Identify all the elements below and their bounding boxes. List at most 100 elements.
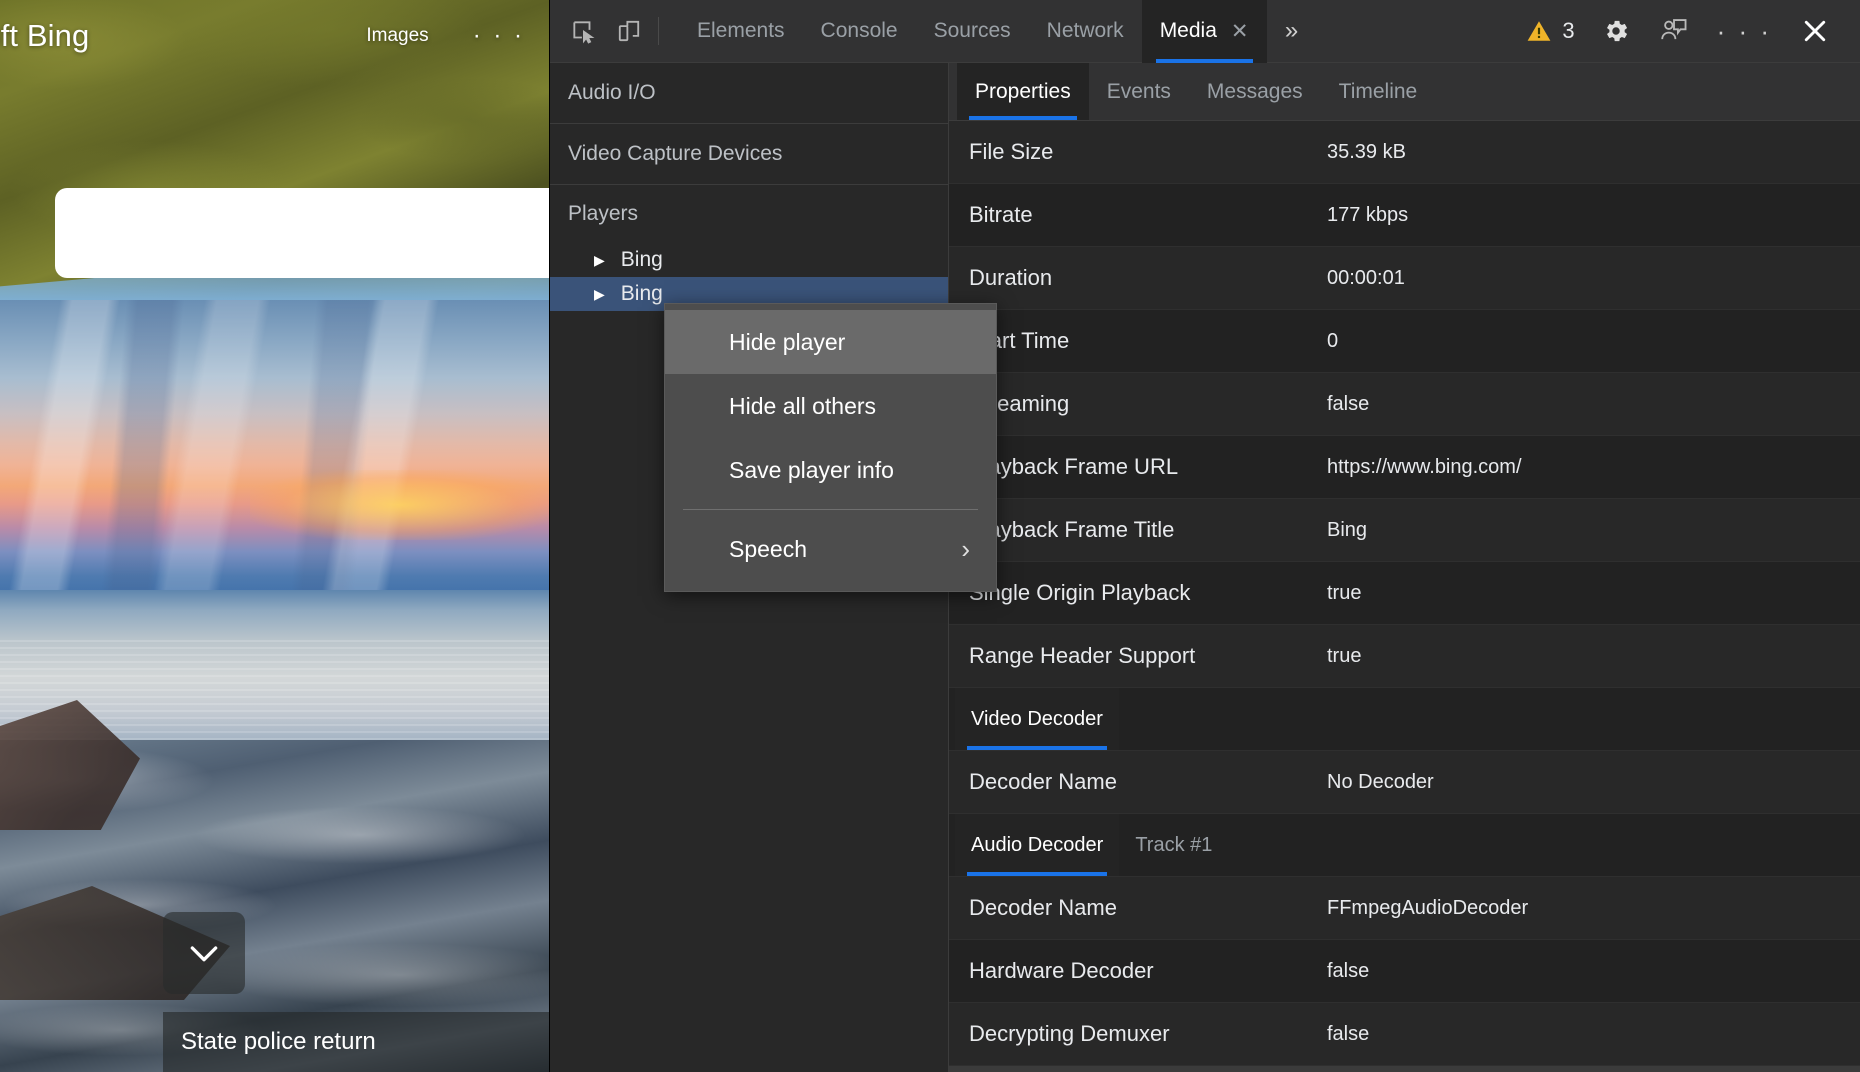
properties-list: File Size 35.39 kB Bitrate 177 kbps Dura… (949, 121, 1860, 1072)
close-icon (1804, 20, 1826, 42)
property-key: Decrypting Demuxer (969, 1021, 1170, 1046)
sidebar-item-video-capture-devices[interactable]: Video Capture Devices (550, 124, 948, 185)
close-devtools-button[interactable] (1788, 4, 1842, 58)
media-main-pane: Properties Events Messages Timeline File… (949, 63, 1860, 1072)
sidebar-player-bing-1[interactable]: ▶ Bing (550, 243, 948, 277)
subtab-events[interactable]: Events (1089, 63, 1189, 120)
audio-decoder-tabs: Audio Decoder Track #1 (949, 814, 1860, 877)
property-key: Playback Frame Title (969, 517, 1175, 542)
table-row: Playback Frame Title Bing (949, 499, 1860, 562)
toolbar-divider (658, 17, 659, 45)
property-value: 00:00:01 (1327, 266, 1405, 289)
chevron-down-icon (190, 946, 218, 962)
sidebar-player-bing-1-label: Bing (620, 248, 663, 271)
table-row: Duration 00:00:01 (949, 247, 1860, 310)
properties-empty-area (949, 1066, 1860, 1072)
context-menu-item-save-player-info-label: Save player info (729, 456, 894, 483)
tab-sources-label: Sources (933, 19, 1011, 42)
bing-nav: Images · · · (366, 24, 549, 48)
subtab-timeline-label: Timeline (1338, 79, 1418, 103)
property-value: Bing (1327, 518, 1368, 541)
tab-network[interactable]: Network (1029, 0, 1142, 63)
property-key: Start Time (969, 328, 1070, 353)
property-value: true (1327, 644, 1362, 667)
tab-elements-label: Elements (697, 19, 785, 42)
bing-nav-images[interactable]: Images (366, 25, 428, 47)
tab-media-label: Media (1159, 19, 1217, 42)
bing-homepage: rosoft Bing Images · · · State police re… (0, 0, 549, 1072)
background-sun-glow (250, 470, 549, 540)
table-row: Streaming false (949, 373, 1860, 436)
background-cloud-streaks (0, 300, 549, 600)
subtab-properties[interactable]: Properties (957, 63, 1089, 120)
close-icon[interactable]: ✕ (1231, 21, 1249, 42)
tab-media[interactable]: Media ✕ (1141, 0, 1267, 63)
sidebar-item-video-capture-devices-label: Video Capture Devices (568, 142, 783, 165)
context-menu-item-speech-label: Speech (729, 535, 808, 562)
property-value: 177 kbps (1327, 203, 1409, 226)
context-menu-item-hide-all-others[interactable]: Hide all others (665, 374, 996, 438)
player-context-menu: Hide player Hide all others Save player … (664, 303, 997, 592)
tab-video-decoder[interactable]: Video Decoder (955, 688, 1119, 750)
ellipsis-horizontal-icon[interactable]: · · · (473, 24, 525, 48)
news-headline-text: State police return (181, 1028, 376, 1055)
device-toolbar-button[interactable] (606, 9, 652, 53)
warning-indicator[interactable]: 3 (1516, 18, 1584, 44)
tab-elements[interactable]: Elements (679, 0, 803, 63)
property-value: FFmpegAudioDecoder (1327, 896, 1529, 919)
subtab-timeline[interactable]: Timeline (1321, 63, 1436, 120)
chevron-right-icon: › (961, 534, 970, 564)
table-row: Hardware Decoder false (949, 940, 1860, 1003)
bing-search-box[interactable] (55, 188, 549, 278)
property-value: https://www.bing.com/ (1327, 455, 1522, 478)
table-row: File Size 35.39 kB (949, 121, 1860, 184)
expand-triangle-icon[interactable]: ▶ (594, 286, 605, 303)
device-toolbar-icon (618, 20, 640, 42)
table-row: Bitrate 177 kbps (949, 184, 1860, 247)
devtools-main-toolbar: Elements Console Sources Network Media ✕… (550, 0, 1860, 63)
property-key: File Size (969, 139, 1054, 164)
bing-header: rosoft Bing Images · · · (0, 0, 549, 72)
sidebar-item-audio-io[interactable]: Audio I/O (550, 63, 948, 124)
news-headline-strip[interactable]: State police return (163, 1012, 549, 1072)
property-key: Streaming (969, 391, 1070, 416)
context-menu-item-hide-player-label: Hide player (729, 328, 846, 355)
subtab-messages-label: Messages (1206, 79, 1303, 103)
context-menu-item-speech[interactable]: Speech › (665, 517, 996, 581)
more-tabs-button[interactable]: » (1267, 0, 1317, 63)
more-options-icon[interactable]: · · · (1705, 18, 1784, 44)
gear-icon (1606, 20, 1627, 42)
tab-console-label: Console (820, 19, 898, 42)
bing-logo[interactable]: rosoft Bing (0, 18, 89, 54)
expand-triangle-icon[interactable]: ▶ (594, 252, 605, 269)
property-value: 0 (1327, 329, 1339, 352)
media-subtabs: Properties Events Messages Timeline (949, 63, 1860, 121)
subtab-properties-label: Properties (975, 79, 1071, 103)
table-row: Decoder Name FFmpegAudioDecoder (949, 877, 1860, 940)
feedback-button[interactable] (1647, 4, 1701, 58)
settings-button[interactable] (1589, 4, 1643, 58)
inspect-element-button[interactable] (560, 9, 606, 53)
context-menu-divider (683, 509, 978, 510)
video-decoder-tabs: Video Decoder (949, 688, 1860, 751)
property-key: Bitrate (969, 202, 1033, 227)
context-menu-item-save-player-info[interactable]: Save player info (665, 438, 996, 502)
tab-console[interactable]: Console (803, 0, 916, 63)
table-row: Single Origin Playback true (949, 562, 1860, 625)
property-value: No Decoder (1327, 770, 1434, 793)
table-row: Start Time 0 (949, 310, 1860, 373)
sidebar-group-players: Players (550, 185, 948, 243)
inspect-element-icon (573, 21, 595, 44)
scroll-down-button[interactable] (163, 912, 245, 994)
property-value: true (1327, 581, 1362, 604)
tab-audio-decoder[interactable]: Audio Decoder (955, 814, 1120, 876)
subtab-messages[interactable]: Messages (1189, 63, 1321, 120)
tab-track-1[interactable]: Track #1 (1119, 814, 1228, 876)
warning-triangle-icon (1527, 21, 1551, 41)
property-value: false (1327, 1022, 1370, 1045)
warning-count: 3 (1562, 18, 1575, 43)
property-key: Decoder Name (969, 895, 1117, 920)
context-menu-item-hide-player[interactable]: Hide player (665, 310, 996, 374)
tab-sources[interactable]: Sources (916, 0, 1029, 63)
property-key: Range Header Support (969, 643, 1196, 668)
